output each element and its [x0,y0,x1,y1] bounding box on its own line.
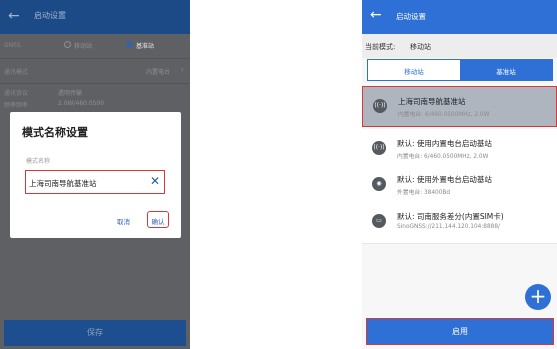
save-button-label: 保存 [87,328,103,337]
start-button-label: 启用 [452,327,468,336]
list-item[interactable]: ((·)) 上海司南导航基准站 内置电台: 6/460.0500MHz, 2.0… [362,86,557,127]
mode-tabs: 移动站 基准站 [367,59,553,81]
radio-base-label[interactable]: 基准站 [136,41,154,50]
cancel-button[interactable]: 取消 [117,216,130,226]
current-mode-value: 移动站 [410,43,431,51]
list-item[interactable]: ◉ 默认: 使用外置电台启动基站 外置电台: 38400Bd [362,165,557,207]
tab-base[interactable]: 基准站 [460,60,552,80]
item-subtitle: SinoGNSS://211.144.120.104:8888/ [397,224,501,230]
radio-mobile[interactable] [64,41,71,48]
radio-base[interactable] [126,41,133,48]
mode-name-input[interactable]: 上海司南导航基准站 ✕ [25,170,165,194]
radio-mobile-label[interactable]: 移动站 [74,41,92,50]
external-radio-icon: ◉ [372,177,386,191]
item-title: 默认: 使用外置电台启动基站 [397,175,492,184]
item-title: 上海司南导航基准站 [398,97,466,106]
tab-base-label: 基准站 [496,68,516,76]
protocol-value: 透明传输 [58,90,83,97]
item-subtitle: 外置电台: 38400Bd [397,190,451,196]
app-bar: ← 启动设置 [362,0,557,34]
mode-name-dialog: 模式名称设置 模式名称 上海司南导航基准站 ✕ 取消 确认 [10,112,181,238]
start-button[interactable]: 启用 [366,318,554,345]
tab-mobile[interactable]: 移动站 [368,60,460,80]
item-title: 默认: 司南服务差分(内置SIM卡) [397,212,504,221]
clear-icon[interactable]: ✕ [150,174,160,188]
confirm-button[interactable]: 确认 [147,211,169,228]
chevron-right-icon: › [180,65,184,74]
page-title: 启动设置 [34,11,66,20]
sim-network-icon: ▭ [372,214,386,228]
item-title: 默认: 使用内置电台启动基站 [397,139,492,148]
add-button[interactable]: + [525,284,551,310]
radio-signal-icon: ((·)) [372,141,386,155]
left-phone-screen: ← 启动设置 GNSS 移动站 基准站 通讯模式 内置电台 › 通讯协议 透明传… [0,0,190,349]
back-arrow-icon[interactable]: ← [8,8,20,24]
mode-name-input-value[interactable]: 上海司南导航基准站 [29,178,97,189]
mode-name-field-label: 模式名称 [26,158,51,165]
protocol-label: 通讯协议 [4,90,29,97]
item-subtitle: 内置电台: 6/460.0500MHz, 2.0W [397,154,489,160]
tab-mobile-label: 移动站 [404,68,424,76]
current-mode-bar: 当前模式: 移动站 [362,34,557,58]
dialog-title: 模式名称设置 [22,126,88,139]
app-bar: ← 启动设置 [0,0,190,34]
freq-label: 频率频率 [4,102,29,109]
item-subtitle: 内置电台: 6/460.0500MHz, 2.0W [398,112,490,118]
comm-mode-label: 通讯模式 [4,69,29,76]
right-phone-screen: ← 启动设置 当前模式: 移动站 移动站 基准站 ((·)) 上海司南导航基准站… [362,0,557,349]
page-title: 启动设置 [396,12,426,21]
current-mode-label: 当前模式: [365,43,396,51]
list-item[interactable]: ▭ 默认: 司南服务差分(内置SIM卡) SinoGNSS://211.144.… [362,202,557,244]
save-button[interactable]: 保存 [4,320,186,346]
gnss-label: GNSS [4,42,21,49]
freq-value: 2.0W/460.0500 [58,100,105,107]
comm-mode-row[interactable]: 通讯模式 内置电台 › [0,59,190,84]
back-arrow-icon[interactable]: ← [370,7,382,23]
confirm-button-label: 确认 [151,218,165,226]
radio-signal-icon: ((·)) [373,99,387,113]
protocol-row: 通讯协议 透明传输 频率频率 2.0W/460.0500 [0,84,190,112]
comm-mode-value: 内置电台 [146,69,171,76]
gnss-row: GNSS 移动站 基准站 [0,34,190,59]
